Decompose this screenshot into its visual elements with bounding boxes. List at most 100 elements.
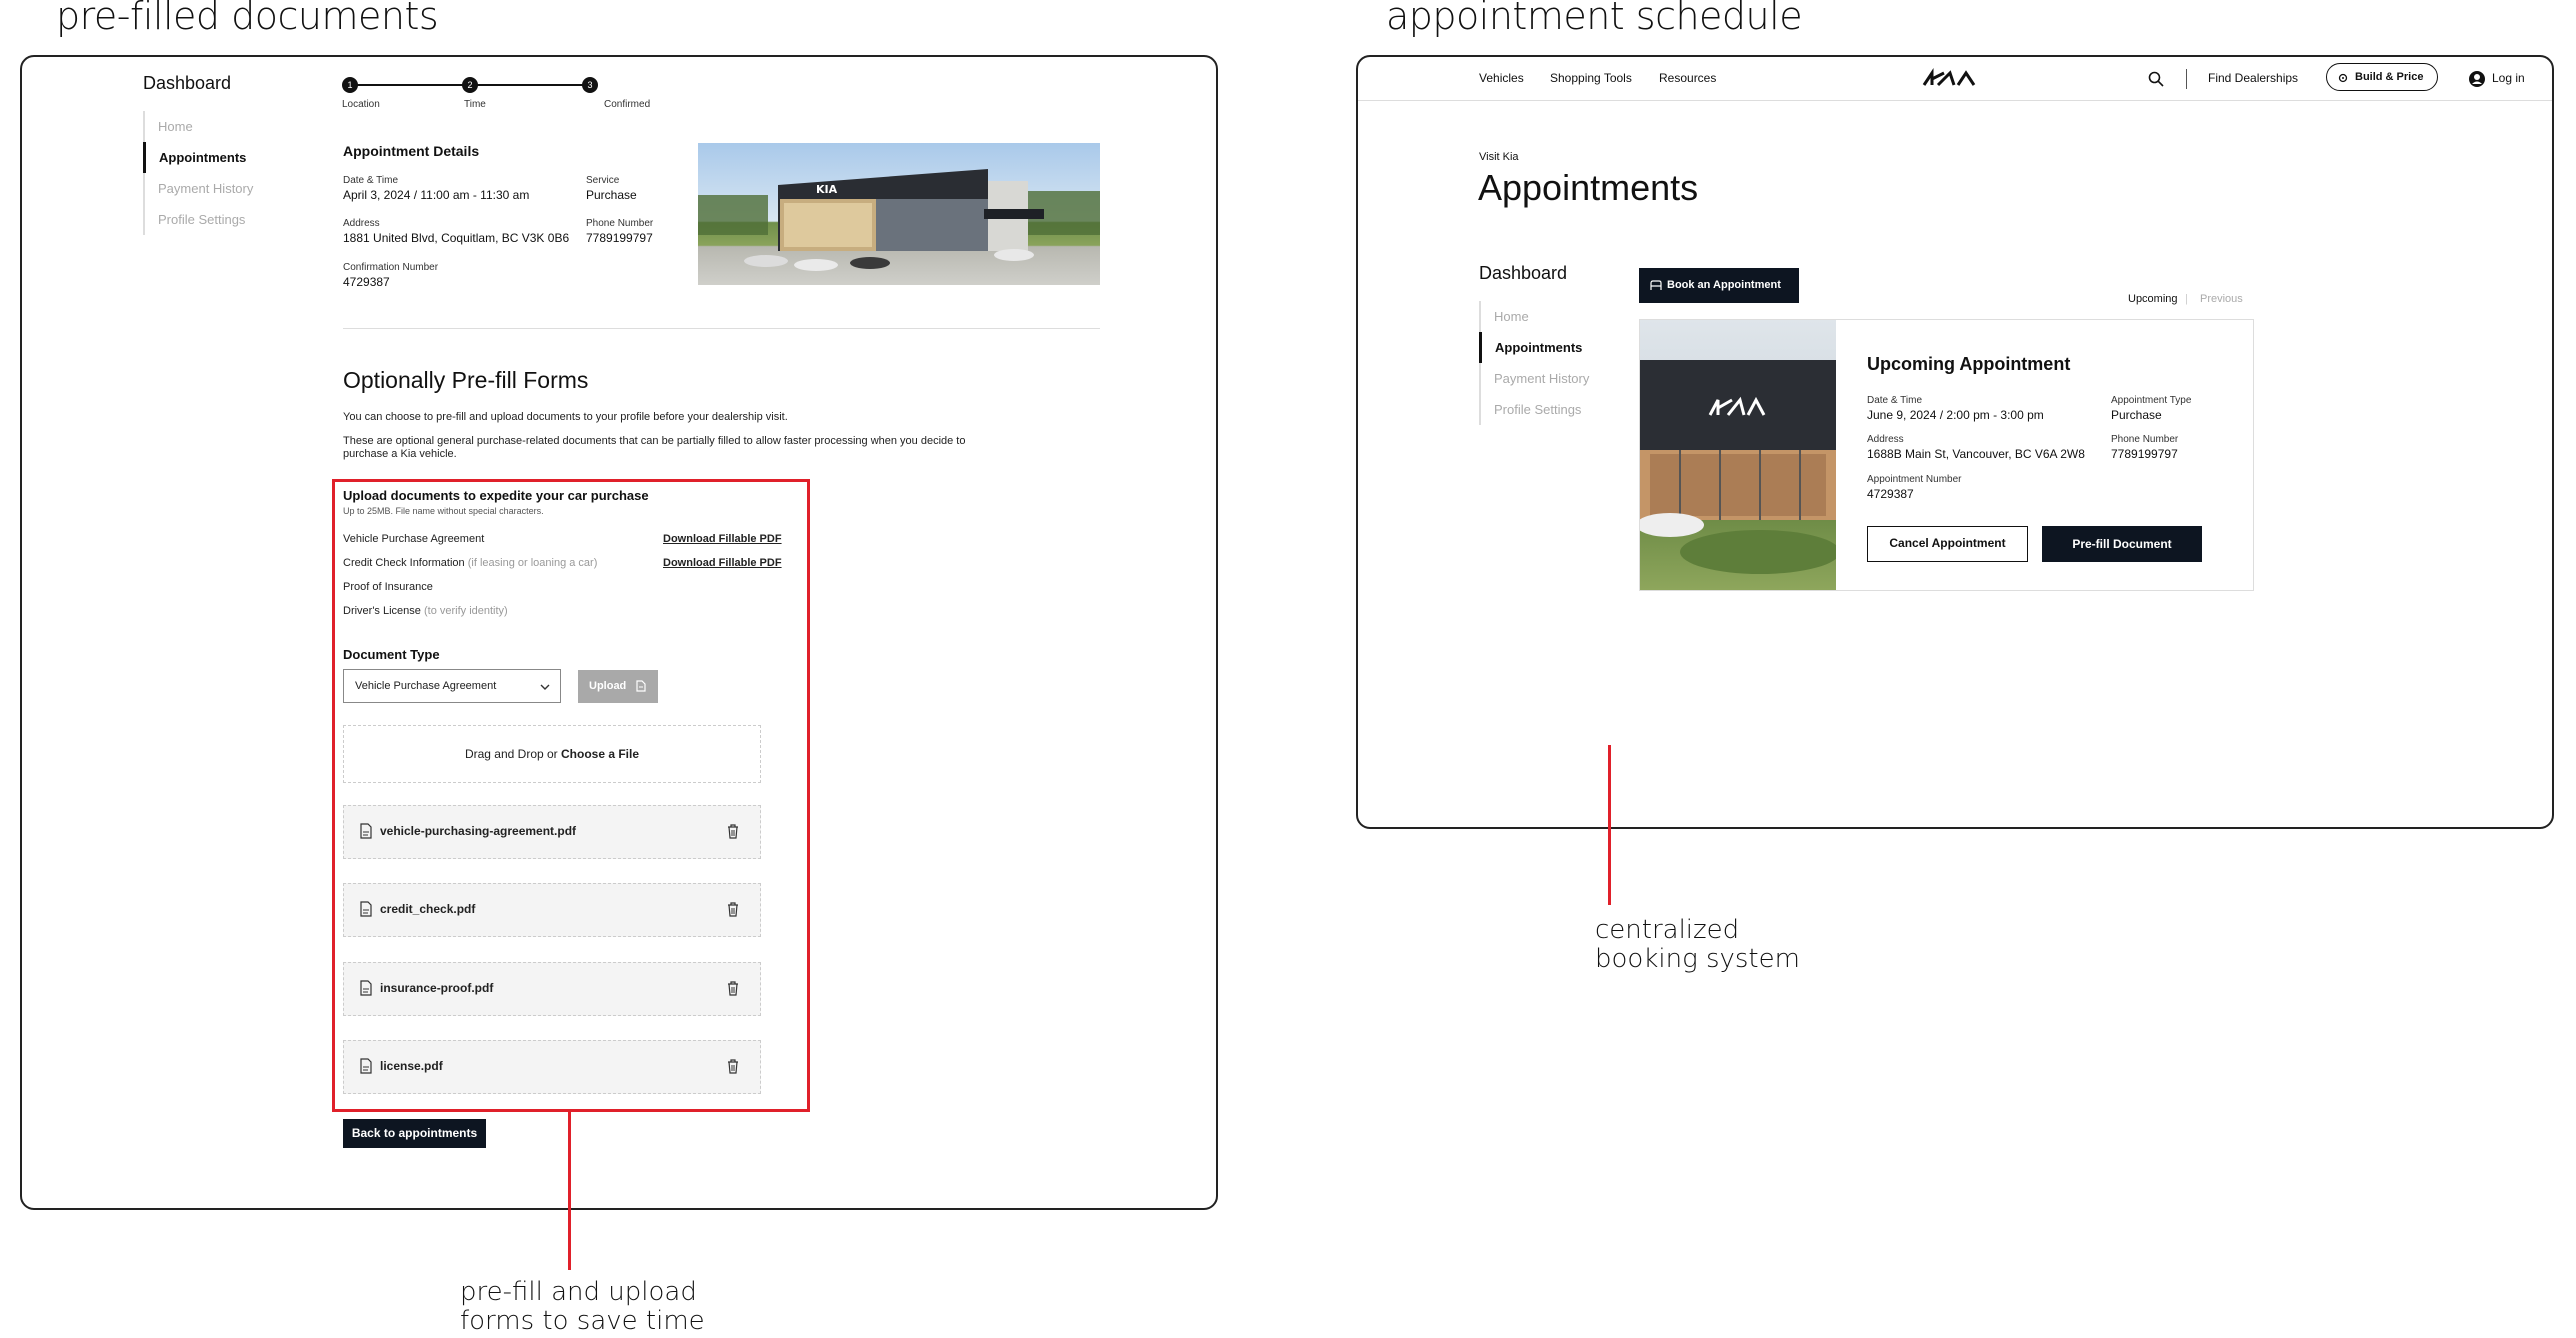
- uploaded-file-name: license.pdf: [380, 1059, 443, 1073]
- appointment-details-title: Appointment Details: [343, 143, 480, 159]
- uploaded-file-row: insurance-proof.pdf: [343, 962, 761, 1016]
- left-annotation-line-1: pre-fill and upload: [460, 1277, 697, 1307]
- prefill-title: Optionally Pre-fill Forms: [343, 367, 589, 393]
- doc-item-credit-check: Credit Check Information (if leasing or …: [343, 557, 597, 569]
- file-upload-icon: [636, 680, 646, 692]
- chevron-down-icon: [540, 684, 550, 690]
- trash-icon[interactable]: [726, 823, 740, 839]
- progress-stepper: 1 2 3 Location Time Confirmed: [342, 77, 650, 117]
- confirmation-value: 4729387: [343, 275, 390, 289]
- right-annotation-line-2: booking system: [1595, 944, 1800, 974]
- sidebar-item-home[interactable]: Home: [145, 111, 283, 142]
- doc-item-name: Proof of Insurance: [343, 581, 433, 593]
- card-title: Upcoming Appointment: [1867, 354, 2071, 374]
- tab-separator: |: [2185, 293, 2188, 305]
- sidebar-item-appointments[interactable]: Appointments: [143, 142, 283, 173]
- drop-zone-text: Drag and Drop or: [464, 747, 561, 761]
- nav-shopping-tools[interactable]: Shopping Tools: [1550, 71, 1632, 85]
- prefill-desc-2a: These are optional general purchase-rela…: [343, 435, 966, 447]
- sidebar-title: Dashboard: [143, 73, 232, 93]
- tab-upcoming[interactable]: Upcoming: [2128, 293, 2178, 305]
- trash-icon[interactable]: [726, 980, 740, 996]
- nav-find-dealerships[interactable]: Find Dealerships: [2208, 71, 2298, 85]
- kia-logo-mark: [1922, 68, 1976, 87]
- right-annotation-line-1: centralized: [1595, 915, 1740, 945]
- uploaded-file-name: vehicle-purchasing-agreement.pdf: [380, 824, 577, 838]
- book-appointment-label: Book an Appointment: [1667, 279, 1781, 291]
- date-time-value: April 3, 2024 / 11:00 am - 11:30 am: [343, 188, 530, 202]
- gear-icon: [2338, 73, 2348, 83]
- date-time-label: Date & Time: [343, 175, 399, 186]
- step-2-label: Time: [464, 99, 486, 110]
- right-annotation-line: [1608, 745, 1611, 905]
- sidebar-nav: Home Appointments Payment History Profil…: [143, 111, 283, 235]
- download-pdf-link-2[interactable]: Download Fillable PDF: [663, 557, 782, 569]
- left-annotation-line: [568, 1110, 571, 1270]
- tab-previous[interactable]: Previous: [2200, 293, 2243, 305]
- sidebar-item-payment-history[interactable]: Payment History: [1481, 363, 1619, 394]
- left-annotation-line-2: forms to save time: [460, 1306, 705, 1336]
- search-icon[interactable]: [2148, 71, 2164, 87]
- phone-label: Phone Number: [586, 218, 654, 229]
- step-3-label: Confirmed: [604, 99, 651, 110]
- prefill-desc-2b: purchase a Kia vehicle.: [343, 448, 457, 460]
- doc-item-license: Driver's License (to verify identity): [343, 605, 508, 617]
- service-label: Service: [586, 175, 620, 186]
- top-nav: Vehicles Shopping Tools Resources Find D…: [1358, 57, 2552, 101]
- trash-icon[interactable]: [726, 901, 740, 917]
- upload-subtitle: Up to 25MB. File name without special ch…: [343, 506, 544, 516]
- service-value: Purchase: [586, 188, 637, 202]
- book-appointment-button[interactable]: Book an Appointment: [1639, 268, 1799, 303]
- choose-file-link[interactable]: Choose a File: [561, 747, 639, 761]
- svg-text:KIA: KIA: [816, 183, 838, 196]
- address-label: Address: [343, 218, 380, 229]
- doc-item-purchase-agreement: Vehicle Purchase Agreement: [343, 533, 484, 545]
- kia-logo[interactable]: [1920, 65, 1984, 93]
- document-type-selected: Vehicle Purchase Agreement: [355, 680, 497, 692]
- sidebar-item-appointments[interactable]: Appointments: [1479, 332, 1619, 363]
- sidebar-item-payment-history[interactable]: Payment History: [145, 173, 283, 204]
- prefill-document-button[interactable]: Pre-fill Document: [2042, 526, 2202, 562]
- document-type-select[interactable]: Vehicle Purchase Agreement: [343, 669, 561, 703]
- uploaded-file-name: insurance-proof.pdf: [380, 981, 494, 995]
- right-section-heading: appointment schedule: [1386, 0, 1803, 38]
- card-date-label: Date & Time: [1867, 395, 1923, 406]
- address-value: 1881 United Blvd, Coquitlam, BC V3K 0B6: [343, 231, 570, 245]
- eyebrow: Visit Kia: [1479, 151, 1519, 163]
- trash-icon[interactable]: [726, 1058, 740, 1074]
- back-to-appointments-button[interactable]: Back to appointments: [343, 1119, 486, 1148]
- card-date-value: June 9, 2024 / 2:00 pm - 3:00 pm: [1867, 408, 2044, 422]
- card-type-value: Purchase: [2111, 408, 2162, 422]
- doc-item-name: Driver's License: [343, 605, 421, 617]
- sidebar-item-profile-settings[interactable]: Profile Settings: [1481, 394, 1619, 425]
- card-address-label: Address: [1867, 434, 1904, 445]
- card-number-label: Appointment Number: [1867, 474, 1962, 485]
- car-seat-icon: [1650, 280, 1662, 290]
- doc-item-note: (if leasing or loaning a car): [467, 557, 598, 569]
- card-number-value: 4729387: [1867, 487, 1914, 501]
- nav-vehicles[interactable]: Vehicles: [1479, 71, 1524, 85]
- right-screen-frame: Vehicles Shopping Tools Resources Find D…: [1356, 55, 2554, 829]
- drop-zone[interactable]: Drag and Drop or Choose a File: [343, 725, 761, 783]
- nav-resources[interactable]: Resources: [1659, 71, 1716, 85]
- build-price-button[interactable]: Build & Price: [2326, 63, 2438, 91]
- uploaded-file-row: license.pdf: [343, 1040, 761, 1094]
- card-address-value: 1688B Main St, Vancouver, BC V6A 2W8: [1867, 447, 2085, 461]
- step-3-dot: 3: [582, 77, 598, 93]
- cancel-appointment-button[interactable]: Cancel Appointment: [1867, 526, 2028, 562]
- step-1-dot: 1: [342, 77, 358, 93]
- uploaded-file-name: credit_check.pdf: [380, 902, 476, 916]
- download-pdf-link-1[interactable]: Download Fillable PDF: [663, 533, 782, 545]
- upcoming-appointment-card: Upcoming Appointment Date & Time June 9,…: [1639, 319, 2254, 591]
- pdf-file-icon: [360, 980, 372, 996]
- upload-button[interactable]: Upload: [578, 670, 658, 703]
- dealership-photo-illustration: [1640, 360, 1836, 574]
- sidebar-item-home[interactable]: Home: [1481, 301, 1619, 332]
- sidebar-item-profile-settings[interactable]: Profile Settings: [145, 204, 283, 235]
- pdf-file-icon: [360, 1058, 372, 1074]
- user-account-icon[interactable]: [2468, 70, 2486, 88]
- upload-highlight-box: [332, 479, 810, 1112]
- dealership-photo: [1640, 320, 1836, 590]
- login-link[interactable]: Log in: [2492, 71, 2525, 85]
- left-screen-frame: Dashboard Home Appointments Payment Hist…: [20, 55, 1218, 1210]
